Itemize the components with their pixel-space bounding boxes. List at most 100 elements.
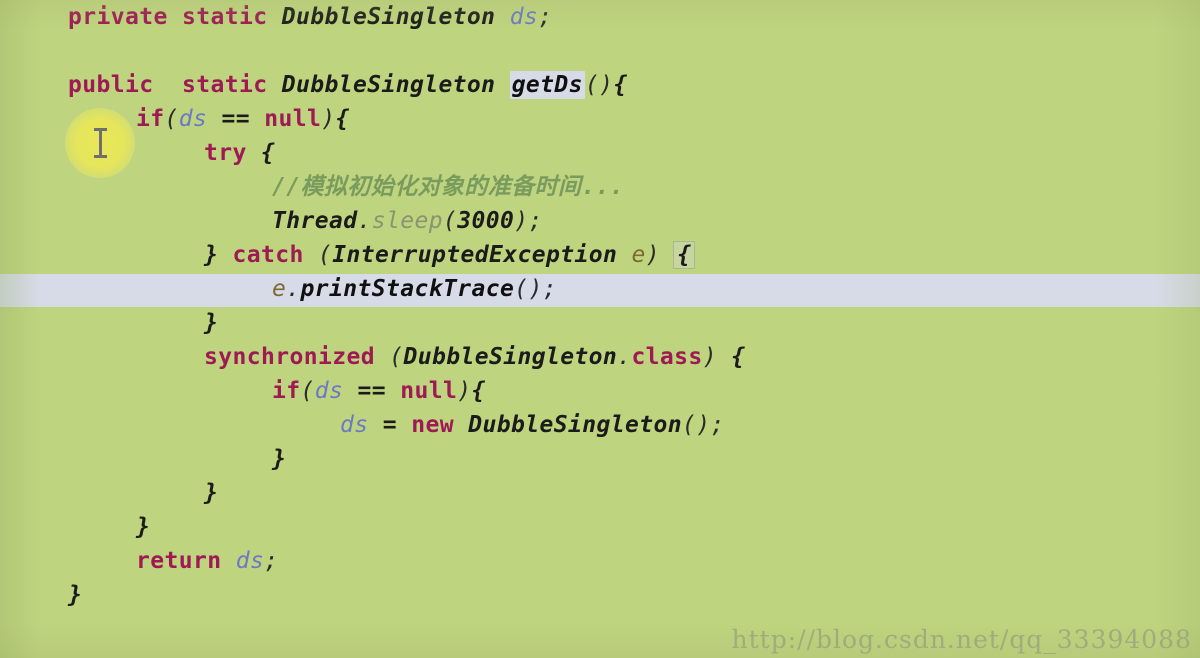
code-token: { xyxy=(613,72,628,98)
code-token: if xyxy=(272,378,301,404)
code-token: sleep xyxy=(371,208,443,234)
code-token: return xyxy=(136,548,222,574)
code-token: { xyxy=(471,378,486,404)
code-token: DubbleSingleton xyxy=(403,344,618,370)
code-token: } xyxy=(272,446,287,472)
code-token: (); xyxy=(681,412,725,438)
code-token: public xyxy=(68,72,154,98)
code-token: null xyxy=(400,378,458,404)
code-token: { xyxy=(335,106,350,132)
code-token: . xyxy=(617,344,632,370)
code-line[interactable]: if(ds == null){ xyxy=(0,374,1200,408)
code-token: { xyxy=(731,344,746,370)
code-line[interactable]: Thread.sleep(3000); xyxy=(0,204,1200,238)
code-token: { xyxy=(261,140,276,166)
code-token: 模拟初始化对象的准备时间 xyxy=(300,174,582,200)
code-token: static xyxy=(181,72,268,98)
code-token: ds xyxy=(314,378,344,404)
code-token: static xyxy=(181,4,268,30)
code-line[interactable]: if(ds == null){ xyxy=(0,102,1200,136)
code-token: () xyxy=(584,72,614,98)
code-area[interactable]: private static DubbleSingleton ds; public… xyxy=(0,0,1200,612)
code-token: ( xyxy=(303,242,333,268)
code-token: e xyxy=(631,242,646,268)
code-token: DubbleSingleton xyxy=(281,4,496,30)
code-token: (); xyxy=(514,276,557,302)
code-token: ( xyxy=(374,344,404,370)
code-line[interactable] xyxy=(0,34,1200,68)
code-token: == xyxy=(357,378,386,404)
code-token: } xyxy=(204,480,219,506)
code-token: { xyxy=(673,241,696,269)
code-line[interactable]: try { xyxy=(0,136,1200,170)
code-token: // xyxy=(272,174,301,200)
code-token: } xyxy=(204,242,219,268)
code-token: new xyxy=(411,412,454,438)
code-token: ds xyxy=(178,106,208,132)
code-token: . xyxy=(286,276,301,302)
code-token: printStackTrace xyxy=(300,276,515,302)
code-token: DubbleSingleton xyxy=(468,412,682,438)
code-token: . xyxy=(357,208,372,234)
code-token: catch xyxy=(232,242,304,268)
code-line[interactable]: } xyxy=(0,442,1200,476)
blog-watermark: http://blog.csdn.net/qq_33394088 xyxy=(731,625,1192,654)
code-token: Thread xyxy=(272,208,358,234)
code-line[interactable]: e.printStackTrace(); xyxy=(0,272,1200,306)
code-token: if xyxy=(136,106,165,132)
code-token: ) xyxy=(645,242,675,268)
code-line[interactable]: synchronized (DubbleSingleton.class) { xyxy=(0,340,1200,374)
code-token: ; xyxy=(264,548,279,574)
code-line[interactable]: //模拟初始化对象的准备时间... xyxy=(0,170,1200,204)
code-token: null xyxy=(264,106,322,132)
code-line[interactable]: public static DubbleSingleton getDs(){ xyxy=(0,68,1200,102)
code-token: ( xyxy=(442,208,458,234)
code-token: synchronized xyxy=(204,344,375,370)
code-token: = xyxy=(382,412,397,438)
code-token: ) xyxy=(457,378,472,404)
code-token: InterruptedException xyxy=(332,242,618,268)
code-line[interactable]: } xyxy=(0,578,1200,612)
code-token: ( xyxy=(164,106,179,132)
code-line[interactable]: private static DubbleSingleton ds; xyxy=(0,0,1200,34)
code-token: e xyxy=(272,276,287,302)
code-token: 3000 xyxy=(457,208,515,234)
code-line[interactable]: } xyxy=(0,476,1200,510)
code-token: ... xyxy=(581,174,625,200)
code-line[interactable]: } xyxy=(0,510,1200,544)
code-token: ds xyxy=(235,548,265,574)
code-editor-screen: private static DubbleSingleton ds; public… xyxy=(0,0,1200,658)
code-token: } xyxy=(204,310,219,336)
code-token: } xyxy=(136,514,151,540)
code-token: ) xyxy=(702,344,732,370)
code-line[interactable]: } xyxy=(0,306,1200,340)
code-token: private xyxy=(68,4,168,30)
code-token: } xyxy=(68,582,83,608)
code-line[interactable]: return ds; xyxy=(0,544,1200,578)
code-token: DubbleSingleton xyxy=(281,72,496,98)
code-line[interactable]: } catch (InterruptedException e) { xyxy=(0,238,1200,272)
code-token: class xyxy=(631,344,703,370)
code-token: getDs xyxy=(509,71,585,99)
code-token: ds xyxy=(509,4,539,30)
code-token: ); xyxy=(514,208,543,234)
code-token: ; xyxy=(538,4,553,30)
code-line[interactable]: ds = new DubbleSingleton(); xyxy=(0,408,1200,442)
